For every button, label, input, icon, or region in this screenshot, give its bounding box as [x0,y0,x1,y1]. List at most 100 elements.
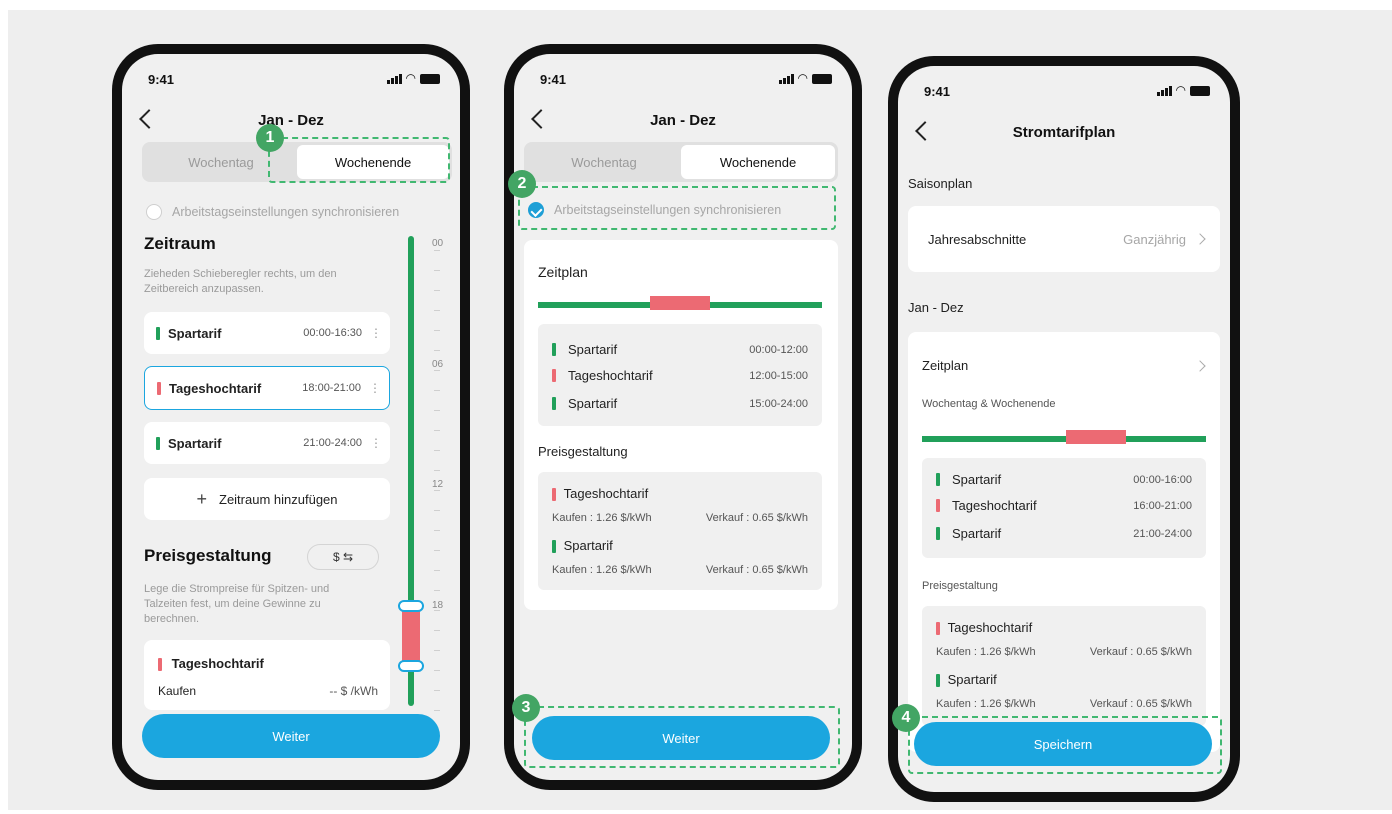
schedule-row-time: 12:00-15:00 [749,370,808,382]
status-bar: 9:41 ◠ [122,54,460,94]
add-period-button[interactable]: + Zeitraum hinzufügen [144,478,390,520]
chevron-right-icon[interactable] [1194,360,1206,372]
schedule-row-label: Tageshochtarif [952,498,1037,513]
status-bar: 9:41 ◠ [514,54,852,94]
slider-handle-end[interactable] [398,660,424,672]
battery-icon [1190,86,1210,96]
schedule-row: Tageshochtarif [936,498,1037,513]
peak-marker [552,369,556,382]
status-icons: ◠ [386,71,440,85]
phone-3: 9:41 ◠ Stromtarifplan Saisonplan Jahresa… [888,56,1240,802]
preis-label: Preisgestaltung [538,444,628,459]
schedule-list: Spartarif 00:00-12:00 Tageshochtarif 12:… [538,324,822,426]
slider-tick [434,650,440,651]
schedule-row: Spartarif [936,526,1001,541]
slider-tick [434,470,440,471]
pricing-list: Tageshochtarif Kaufen : 1.26 $/kWh Verka… [538,472,822,590]
slider-tick [434,250,440,251]
wifi-icon: ◠ [797,71,808,85]
schedule-row-time: 00:00-16:00 [1133,474,1192,486]
period-time: 00:00-16:30 [303,327,362,339]
pricing-item-title: Spartarif [563,538,613,553]
period-row[interactable]: Spartarif 21:00-24:00 ⋮ [144,422,390,464]
more-icon[interactable]: ⋮ [370,436,382,450]
slider-tick [434,330,440,331]
tab-wochentag[interactable]: Wochentag [527,145,681,179]
price-card-title: Tageshochtarif [171,656,264,671]
woche-label: Wochentag & Wochenende [922,398,1056,410]
jahresabschnitte-row[interactable]: Jahresabschnitte Ganzjährig [908,206,1220,272]
period-row-selected[interactable]: Tageshochtarif 18:00-21:00 ⋮ [144,366,390,410]
offpeak-marker [552,343,556,356]
offpeak-marker [936,473,940,486]
period-row[interactable]: Spartarif 00:00-16:30 ⋮ [144,312,390,354]
tick-12: 12 [432,479,444,490]
jahresabschnitte-value: Ganzjährig [1123,232,1186,247]
schedule-peak-segment [1066,430,1126,444]
slider-tick [434,550,440,551]
schedule-row: Spartarif [936,472,1001,487]
currency-toggle[interactable]: $ ⇆ [307,544,379,570]
pricing-sell: Verkauf : 0.65 $/kWh [705,512,808,524]
highlight-sync-option [518,186,836,230]
day-type-segmented-control: Wochentag Wochenende [524,142,838,182]
period-label: Tageshochtarif [169,380,262,396]
period-label: Spartarif [168,435,222,451]
zeitraum-hint: Zieheden Schieberegler rechts, um den Ze… [144,268,337,295]
callout-badge-1: 1 [256,124,284,152]
tab-wochenende[interactable]: Wochenende [681,145,835,179]
price-card: Tageshochtarif Kaufen -- $ /kWh [144,640,390,710]
schedule-row-label: Spartarif [568,396,618,411]
more-icon[interactable]: ⋮ [369,381,381,395]
pricing-sell: Verkauf : 0.65 $/kWh [1089,698,1192,710]
pricing-item-title-row: Spartarif [936,672,997,688]
schedule-list: Spartarif 00:00-16:00 Tageshochtarif 16:… [922,458,1206,558]
battery-icon [420,74,440,84]
kaufen-label: Kaufen [158,684,197,698]
pricing-sell: Verkauf : 0.65 $/kWh [705,564,808,576]
peak-marker [936,622,940,636]
wifi-icon: ◠ [405,71,416,85]
sync-radio[interactable] [146,204,162,220]
period-time: 18:00-21:00 [302,382,361,394]
slider-tick [434,310,440,311]
slider-tick [434,690,440,691]
slider-tick [434,390,440,391]
pricing-buy: Kaufen : 1.26 $/kWh [936,646,1036,658]
slider-handle-start[interactable] [398,600,424,612]
slider-tick [434,270,440,271]
time-slider-peak-range[interactable] [402,607,420,665]
plus-icon: + [196,488,207,509]
schedule-row-time: 16:00-21:00 [1133,500,1192,512]
wifi-icon: ◠ [1175,83,1186,97]
sync-option[interactable]: Arbeitstagseinstellungen synchronisieren [146,204,399,220]
schedule-row-time: 21:00-24:00 [1133,528,1192,540]
add-period-label: Zeitraum hinzufügen [219,491,338,507]
phone-3-screen: 9:41 ◠ Stromtarifplan Saisonplan Jahresa… [898,66,1230,792]
page-title: Jan - Dez [258,112,324,129]
pricing-buy: Kaufen : 1.26 $/kWh [936,698,1036,710]
slider-tick [434,610,440,611]
pricing-item-title: Tageshochtarif [947,620,1033,635]
slider-tick [434,710,440,711]
signal-icon [1156,86,1172,96]
callout-badge-2: 2 [508,170,536,198]
callout-badge-3: 3 [512,694,540,722]
slider-tick [434,410,440,411]
saisonplan-label: Saisonplan [908,176,973,191]
period-time: 21:00-24:00 [303,437,362,449]
phone-2-screen: 9:41 ◠ Jan - Dez Wochentag Wochenende Ar… [514,54,852,780]
schedule-peak-segment [650,296,710,310]
kaufen-value[interactable]: -- $ /kWh [329,684,378,698]
pricing-buy: Kaufen : 1.26 $/kWh [552,564,652,576]
peak-marker [552,488,556,502]
weiter-button[interactable]: Weiter [142,714,440,758]
preis-label: Preisgestaltung [922,580,998,592]
status-icons: ◠ [1156,83,1210,97]
offpeak-marker [156,326,160,340]
offpeak-marker [552,540,556,554]
tick-06: 06 [432,359,444,370]
highlight-speichern-button [908,716,1222,774]
more-icon[interactable]: ⋮ [370,326,382,340]
zeitplan-label[interactable]: Zeitplan [922,358,968,373]
